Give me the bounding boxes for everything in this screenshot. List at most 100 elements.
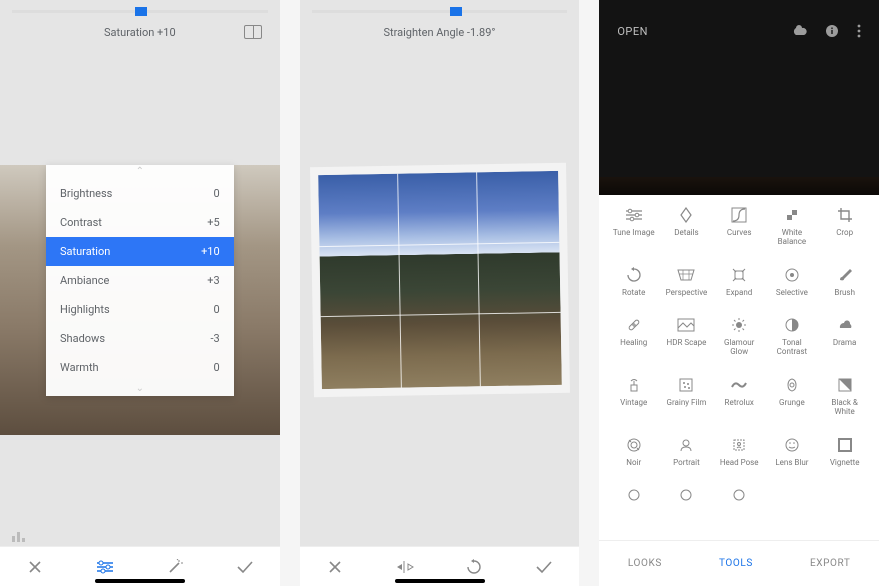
adjust-label: Ambiance [60, 274, 109, 287]
cloud-icon[interactable] [791, 25, 807, 37]
grid-line [320, 312, 560, 317]
tab-export[interactable]: EXPORT [810, 558, 850, 569]
tool-vintage[interactable]: Vintage [607, 375, 660, 417]
adjust-row-warmth[interactable]: Warmth 0 [46, 353, 234, 382]
tool-rotate[interactable]: Rotate [607, 265, 660, 298]
adjust-row-ambiance[interactable]: Ambiance +3 [46, 266, 234, 295]
head-pose-icon [731, 435, 747, 455]
tool-black-white[interactable]: Black & White [818, 375, 871, 417]
tool-icon [678, 485, 694, 505]
tool-retrolux[interactable]: Retrolux [713, 375, 766, 417]
bottom-tab-bar: LOOKS TOOLS EXPORT [599, 540, 879, 586]
slider-label-row: Saturation +10 [0, 19, 280, 45]
tune-sliders-icon[interactable] [70, 560, 140, 574]
close-button[interactable] [0, 559, 70, 575]
slider-label: Straighten Angle -1.89° [383, 26, 495, 39]
compare-icon[interactable] [244, 25, 262, 39]
adjust-value: 0 [213, 187, 219, 200]
tool-brush[interactable]: Brush [818, 265, 871, 298]
tool-label: Black & White [821, 399, 869, 417]
tool-label: Lens Blur [775, 459, 808, 468]
noir-icon [626, 435, 642, 455]
adjust-slider[interactable] [12, 10, 268, 13]
grainy-film-icon [678, 375, 694, 395]
tool-tool[interactable] [660, 485, 713, 509]
tool-vignette[interactable]: Vignette [818, 435, 871, 468]
tool-crop[interactable]: Crop [818, 205, 871, 247]
adjust-row-shadows[interactable]: Shadows -3 [46, 324, 234, 353]
adjust-label: Contrast [60, 216, 102, 229]
angle-slider[interactable] [312, 10, 568, 13]
tool-curves[interactable]: Curves [713, 205, 766, 247]
chevron-up-icon: ⌃ [46, 165, 234, 179]
tool-label: White Balance [768, 229, 816, 247]
slider-label-row: Straighten Angle -1.89° [300, 19, 580, 45]
tool-healing[interactable]: Healing [607, 315, 660, 357]
image-preview[interactable]: ⌃ Brightness 0 Contrast +5 Saturation +1… [0, 165, 280, 435]
adjust-label: Shadows [60, 332, 105, 345]
image-preview-rotate[interactable] [310, 163, 570, 397]
tool-grainy-film[interactable]: Grainy Film [660, 375, 713, 417]
tool-glamour-glow[interactable]: Glamour Glow [713, 315, 766, 357]
glamour-glow-icon [731, 315, 747, 335]
tool-details[interactable]: Details [660, 205, 713, 247]
adjust-value: -3 [210, 332, 219, 345]
magic-wand-icon[interactable] [140, 559, 210, 575]
tool-white-balance[interactable]: White Balance [766, 205, 819, 247]
more-icon[interactable] [857, 24, 861, 38]
tool-selective[interactable]: Selective [766, 265, 819, 298]
adjust-row-saturation[interactable]: Saturation +10 [46, 237, 234, 266]
tool-tool[interactable] [607, 485, 660, 509]
tool-tonal-contrast[interactable]: Tonal Contrast [766, 315, 819, 357]
drama-icon [836, 315, 854, 335]
tonal-contrast-icon [784, 315, 800, 335]
tool-label: Grunge [779, 399, 805, 408]
grid-line [476, 172, 481, 386]
tool-expand[interactable]: Expand [713, 265, 766, 298]
info-icon[interactable] [825, 24, 839, 38]
tune-image-icon [625, 205, 643, 225]
tool-label: Drama [833, 339, 857, 348]
tool-tune-image[interactable]: Tune Image [607, 205, 660, 247]
vintage-icon [627, 375, 641, 395]
tool-portrait[interactable]: Portrait [660, 435, 713, 468]
histogram-icon[interactable] [12, 530, 28, 542]
rotate-icon[interactable] [439, 559, 509, 575]
tool-label: Vintage [620, 399, 647, 408]
tool-grunge[interactable]: Grunge [766, 375, 819, 417]
tool-perspective[interactable]: Perspective [660, 265, 713, 298]
screen-tools-grid: OPEN Tune ImageDetailsCurvesWhite Balanc… [599, 0, 879, 586]
tool-drama[interactable]: Drama [818, 315, 871, 357]
close-button[interactable] [300, 559, 370, 575]
open-button[interactable]: OPEN [617, 25, 648, 38]
adjust-row-contrast[interactable]: Contrast +5 [46, 208, 234, 237]
apply-button[interactable] [509, 560, 579, 574]
top-bar: OPEN [599, 16, 879, 46]
adjust-row-highlights[interactable]: Highlights 0 [46, 295, 234, 324]
white-balance-icon [784, 205, 800, 225]
flip-icon[interactable] [370, 560, 440, 574]
tool-label: Brush [834, 289, 855, 298]
healing-icon [626, 315, 642, 335]
tool-hdr-scape[interactable]: HDR Scape [660, 315, 713, 357]
rotate-icon [626, 265, 642, 285]
hdr-scape-icon [677, 315, 695, 335]
apply-button[interactable] [210, 560, 280, 574]
adjust-value: 0 [213, 361, 219, 374]
tool-tool[interactable] [713, 485, 766, 509]
retrolux-icon [730, 375, 748, 395]
tool-label: Vignette [830, 459, 860, 468]
tool-head-pose[interactable]: Head Pose [713, 435, 766, 468]
screen-tune-image: Saturation +10 ⌃ Brightness 0 Contrast +… [0, 0, 280, 586]
grid-line [319, 242, 559, 247]
adjust-row-brightness[interactable]: Brightness 0 [46, 179, 234, 208]
tab-tools[interactable]: TOOLS [719, 558, 753, 569]
tool-lens-blur[interactable]: Lens Blur [766, 435, 819, 468]
tool-label: Perspective [666, 289, 708, 298]
perspective-icon [677, 265, 695, 285]
tool-noir[interactable]: Noir [607, 435, 660, 468]
tool-icon [626, 485, 642, 505]
adjust-label: Highlights [60, 303, 110, 316]
tab-looks[interactable]: LOOKS [628, 558, 662, 569]
grid-line [397, 174, 402, 388]
